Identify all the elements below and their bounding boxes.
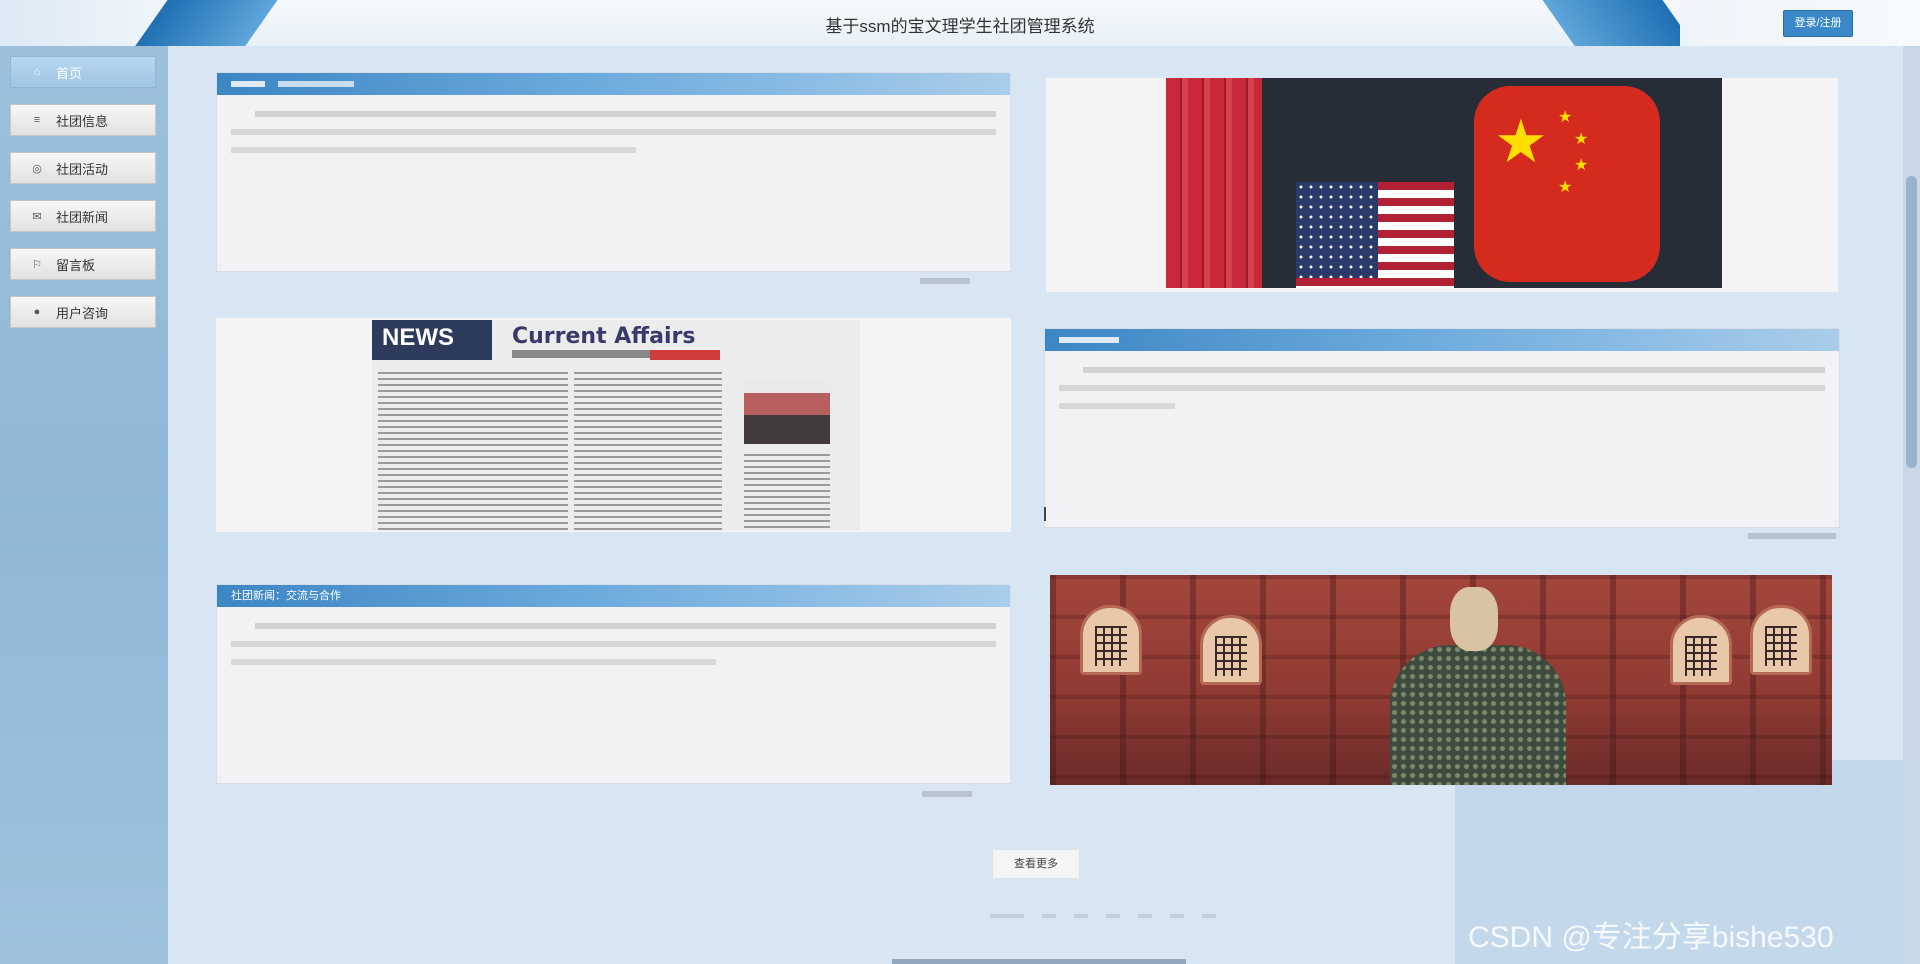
- list-icon: ≡: [33, 114, 41, 126]
- china-flag: ★ ★ ★ ★ ★: [1474, 86, 1660, 282]
- page-link[interactable]: [1074, 914, 1088, 918]
- panel-body-blurred-text: [217, 95, 1010, 163]
- page-scrollbar[interactable]: [1903, 46, 1920, 964]
- news-image-panel[interactable]: NEWS Current Affairs: [216, 318, 1011, 532]
- newspaper-column: [574, 372, 722, 532]
- news-panel-1: [216, 72, 1011, 272]
- activity-icon: ◎: [32, 162, 42, 175]
- newspaper-column: [378, 372, 568, 532]
- panel-body-blurred-text: [1045, 351, 1839, 419]
- page-link[interactable]: [1138, 914, 1152, 918]
- newspaper-red-tag: [650, 350, 720, 360]
- sidebar-item-message-board[interactable]: ⚐ 留言板: [10, 248, 156, 280]
- panel-body-blurred-text: [217, 607, 1010, 675]
- news-image-panel[interactable]: ★ ★ ★ ★ ★: [1046, 78, 1838, 292]
- more-link[interactable]: [922, 791, 972, 797]
- top-header: 基于ssm的宝文理学生社团管理系统 登录/注册: [0, 0, 1920, 47]
- more-link[interactable]: [1748, 533, 1836, 539]
- person-figure: [1350, 577, 1570, 785]
- sidebar-item-label: 留言板: [56, 257, 96, 273]
- sidebar-item-label: 首页: [56, 65, 83, 81]
- home-icon: ⌂: [33, 66, 41, 78]
- news-panel-2: [1044, 328, 1840, 528]
- blurred-title-bar: [278, 81, 355, 88]
- panel-header: [1045, 329, 1839, 351]
- scrollbar-thumb[interactable]: [1906, 176, 1917, 468]
- read-more-button[interactable]: 查看更多: [992, 849, 1080, 879]
- sidebar-item-club-news[interactable]: ✉ 社团新闻: [10, 200, 156, 232]
- page-link[interactable]: [990, 914, 1024, 918]
- newspaper-logo: NEWS: [372, 320, 492, 360]
- newspaper-headline: Current Affairs: [512, 324, 696, 349]
- pagination: [990, 914, 1216, 918]
- more-link[interactable]: [920, 278, 970, 284]
- flags-image: ★ ★ ★ ★ ★: [1166, 78, 1722, 288]
- sidebar-item-user-consult[interactable]: ● 用户咨询: [10, 296, 156, 328]
- page-link[interactable]: [1042, 914, 1056, 918]
- chat-icon: ●: [33, 306, 41, 318]
- login-register-button[interactable]: 登录/注册: [1783, 10, 1853, 37]
- newspaper-image: NEWS Current Affairs: [372, 320, 860, 532]
- sidebar-item-club-info[interactable]: ≡ 社团信息: [10, 104, 156, 136]
- site-title: 基于ssm的宝文理学生社团管理系统: [825, 17, 1095, 36]
- page-link[interactable]: [1106, 914, 1120, 918]
- us-flag: [1296, 182, 1454, 288]
- sidebar-item-label: 社团信息: [56, 113, 109, 129]
- newspaper-group-photo: [744, 380, 830, 444]
- blurred-title-bar: [1059, 337, 1119, 344]
- sidebar-item-club-activities[interactable]: ◎ 社团活动: [10, 152, 156, 184]
- footer-bar: [892, 959, 1186, 964]
- panel-header: [217, 73, 1010, 95]
- sidebar-item-label: 社团活动: [56, 161, 109, 177]
- watermark: CSDN @专注分享bishe530: [1468, 921, 1834, 954]
- news-icon: ✉: [32, 210, 42, 223]
- sidebar-item-home[interactable]: ⌂ 首页: [10, 56, 156, 88]
- flag-icon: ⚐: [32, 258, 42, 271]
- sidebar-item-label: 社团新闻: [56, 209, 109, 225]
- red-books: [1166, 78, 1262, 288]
- newspaper-column: [744, 454, 830, 530]
- page-link[interactable]: [1170, 914, 1184, 918]
- blurred-title-bar: [231, 81, 265, 88]
- mouse-cursor: [1044, 507, 1054, 521]
- news-panel-3: 社团新闻：交流与合作: [216, 584, 1011, 784]
- sidebar-item-label: 用户咨询: [56, 305, 109, 321]
- page-link[interactable]: [1202, 914, 1216, 918]
- panel-header: 社团新闻：交流与合作: [217, 585, 1010, 607]
- sidebar: ⌂ 首页 ≡ 社团信息 ◎ 社团活动 ✉ 社团新闻 ⚐ 留言板 ● 用户咨询: [0, 46, 168, 964]
- palace-image[interactable]: [1050, 575, 1832, 785]
